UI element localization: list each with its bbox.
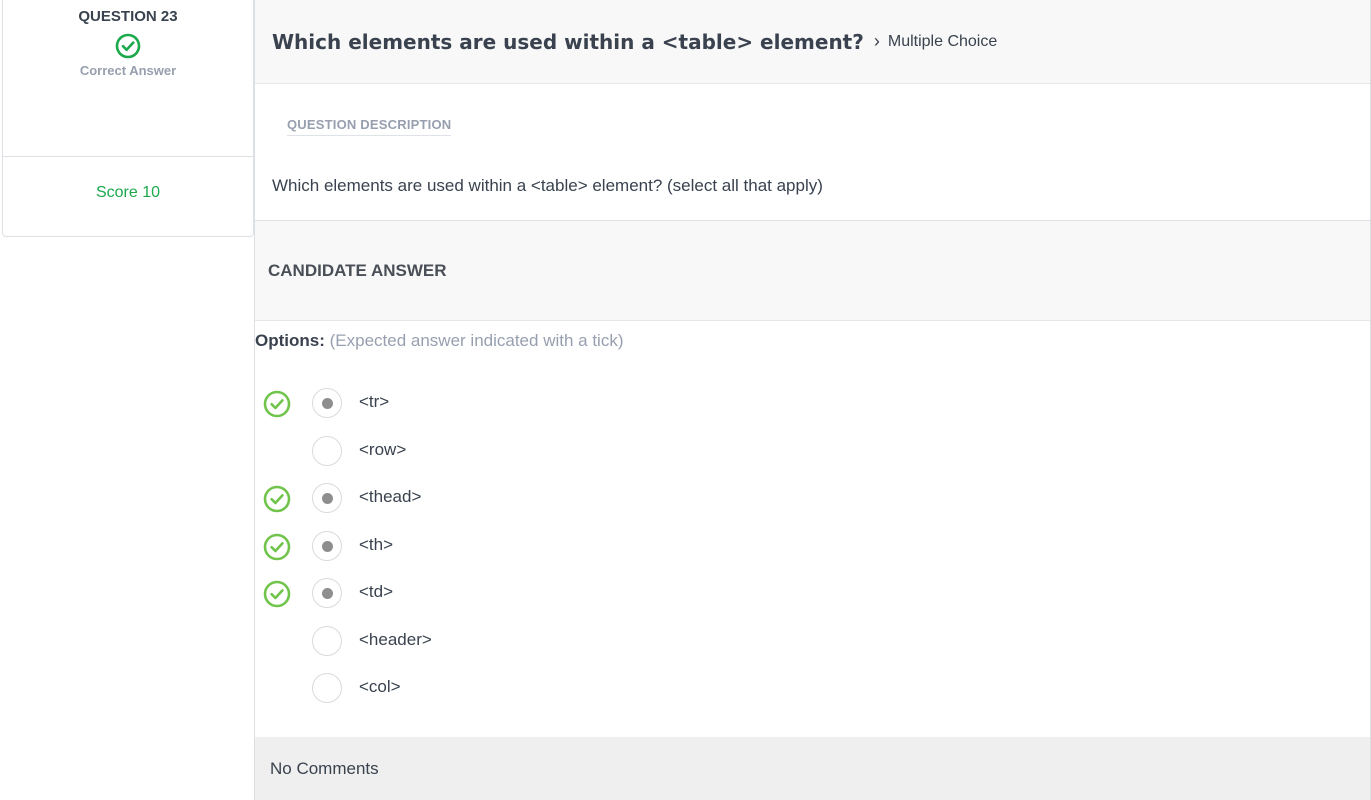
question-description-section: QUESTION DESCRIPTION Which elements are … [255,84,1370,221]
options-heading: Options: (Expected answer indicated with… [255,331,623,351]
option-label: <row> [359,439,407,459]
option-label: <header> [359,629,432,649]
option-radio[interactable] [312,578,342,608]
option-label: <thead> [359,487,422,506]
score-value: Score 10 [95,184,161,201]
option-item: <th> [255,523,855,571]
comments-bar: No Comments [255,737,1370,800]
question-type: Multiple Choice [887,32,998,50]
option-radio[interactable] [312,483,342,513]
option-radio[interactable] [312,530,342,561]
option-list: <tr> <row> <thead> <th> <td> <header> <c… [255,380,855,713]
option-radio[interactable] [312,673,342,703]
option-item: <td> [255,570,855,618]
option-radio[interactable] [312,625,342,656]
question-header: Which elements are used within a <table>… [255,0,1370,84]
question-report: QUESTION 23 Correct Answer Score 10 Whic… [0,0,1371,800]
candidate-answer-header: CANDIDATE ANSWER [255,221,1370,321]
question-detail-panel: Which elements are used within a <table>… [254,0,1371,800]
candidate-answer-title: CANDIDATE ANSWER [268,260,447,280]
expected-tick-icon [263,533,291,560]
question-title: Which elements are used within a <table>… [272,29,864,54]
option-item: <col> [255,665,855,713]
question-summary-header: QUESTION 23 Correct Answer [3,0,253,157]
question-summary-card: QUESTION 23 Correct Answer Score 10 [2,0,254,237]
question-description-label: QUESTION DESCRIPTION [287,117,452,136]
expected-tick-icon [263,485,291,513]
option-item: <tr> [255,380,855,428]
option-label: <col> [359,677,401,696]
option-item: <row> [255,428,855,476]
chevron-right-icon: › [873,31,880,51]
option-item: <header> [255,618,855,666]
option-radio[interactable] [312,388,342,418]
options-hint: (Expected answer indicated with a tick) [329,331,624,350]
question-number: QUESTION 23 [78,8,178,25]
options-label: Options: [255,331,325,350]
option-radio[interactable] [312,435,342,466]
expected-tick-icon [263,580,291,608]
option-label: <tr> [359,392,390,411]
option-item: <thead> [255,475,855,523]
option-label: <td> [359,582,394,601]
answer-status: Correct Answer [79,63,177,78]
option-label: <th> [359,534,394,554]
check-circle-icon [115,33,141,59]
expected-tick-icon [263,390,291,418]
question-description-text: Which elements are used within a <table>… [272,176,823,195]
